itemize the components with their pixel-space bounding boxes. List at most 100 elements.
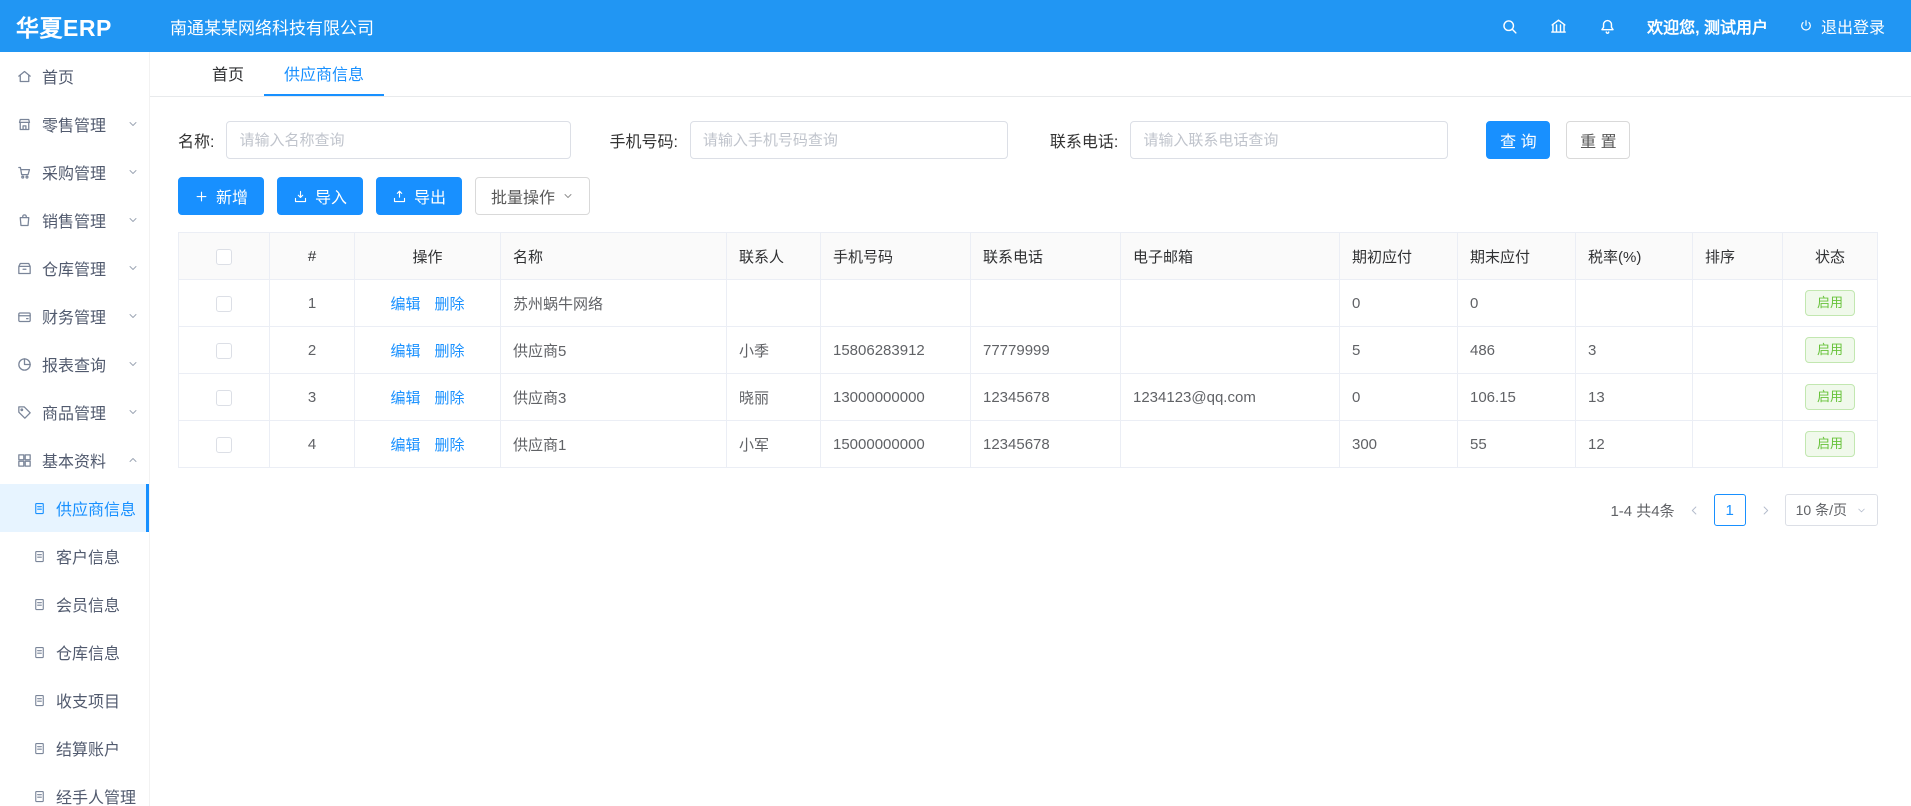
- export-button[interactable]: 导出: [376, 177, 462, 215]
- sidebar-subitem-warehouse-info[interactable]: 仓库信息: [0, 628, 149, 676]
- sidebar-item-finance[interactable]: 财务管理: [0, 292, 149, 340]
- column-header-status: 状态: [1783, 233, 1878, 280]
- import-button[interactable]: 导入: [277, 177, 363, 215]
- row-checkbox[interactable]: [216, 343, 232, 359]
- next-page-icon[interactable]: [1759, 504, 1772, 517]
- status-badge: 启用: [1805, 290, 1855, 316]
- edit-link[interactable]: 编辑: [390, 437, 420, 454]
- mobile-filter-label: 手机号码:: [609, 128, 677, 152]
- add-button[interactable]: 新增: [178, 177, 264, 215]
- search-icon[interactable]: [1500, 17, 1519, 36]
- sidebar-item-retail[interactable]: 零售管理: [0, 100, 149, 148]
- sidebar-item-goods[interactable]: 商品管理: [0, 388, 149, 436]
- sidebar-subitem-supplier-info[interactable]: 供应商信息: [0, 484, 149, 532]
- cell-opening: 5: [1340, 327, 1458, 374]
- goods-icon: [16, 404, 33, 421]
- page-number[interactable]: 1: [1714, 494, 1746, 526]
- cell-email: 1234123@qq.com: [1121, 374, 1340, 421]
- cell-contact: 小季: [727, 327, 821, 374]
- reset-button[interactable]: 重 置: [1566, 121, 1630, 159]
- select-all-checkbox[interactable]: [216, 249, 232, 265]
- row-checkbox[interactable]: [216, 437, 232, 453]
- wallet-icon: [16, 308, 33, 325]
- cell-contact: 晓丽: [727, 374, 821, 421]
- name-filter-input[interactable]: [226, 121, 571, 159]
- sidebar-item-home[interactable]: 首页: [0, 52, 149, 100]
- doc-icon: [32, 597, 47, 612]
- bell-icon[interactable]: [1598, 17, 1617, 36]
- cell-mobile: 15000000000: [821, 421, 971, 468]
- sidebar-subitem-customer-info[interactable]: 客户信息: [0, 532, 149, 580]
- cell-sort: [1693, 374, 1783, 421]
- cell-ending: 0: [1458, 280, 1576, 327]
- company-name: 南通某某网络科技有限公司: [170, 14, 374, 39]
- cell-tel: 12345678: [971, 374, 1121, 421]
- cell-email: [1121, 280, 1340, 327]
- export-icon: [392, 189, 407, 204]
- delete-link[interactable]: 删除: [435, 296, 465, 313]
- delete-link[interactable]: 删除: [435, 437, 465, 454]
- row-checkbox[interactable]: [216, 390, 232, 406]
- pagination-total: 1-4 共4条: [1610, 500, 1674, 521]
- cell-index: 4: [270, 421, 355, 468]
- doc-icon: [32, 693, 47, 708]
- column-header-email: 电子邮箱: [1121, 233, 1340, 280]
- platform-icon[interactable]: [1549, 17, 1568, 36]
- sidebar-subitem-settle-account[interactable]: 结算账户: [0, 724, 149, 772]
- sidebar-item-sales[interactable]: 销售管理: [0, 196, 149, 244]
- doc-icon: [32, 789, 47, 804]
- cell-ending: 106.15: [1458, 374, 1576, 421]
- cell-mobile: 13000000000: [821, 374, 971, 421]
- sidebar-subitem-label: 供应商信息: [56, 496, 136, 520]
- grid-icon: [16, 452, 33, 469]
- chevron-down-icon: [127, 166, 139, 178]
- sidebar-item-warehouse[interactable]: 仓库管理: [0, 244, 149, 292]
- sidebar-item-label: 商品管理: [42, 400, 127, 424]
- chevron-up-icon: [127, 454, 139, 466]
- tab-home[interactable]: 首页: [192, 52, 264, 96]
- sidebar-subitem-handler-mgmt[interactable]: 经手人管理: [0, 772, 149, 806]
- page-size-select[interactable]: 10 条/页: [1785, 494, 1878, 526]
- cell-name: 供应商1: [501, 421, 727, 468]
- bag-icon: [16, 212, 33, 229]
- batch-operations-button[interactable]: 批量操作: [475, 177, 590, 215]
- prev-page-icon[interactable]: [1688, 504, 1701, 517]
- doc-icon: [32, 501, 47, 516]
- edit-link[interactable]: 编辑: [390, 343, 420, 360]
- home-icon: [16, 68, 33, 85]
- tel-filter-input[interactable]: [1130, 121, 1448, 159]
- edit-link[interactable]: 编辑: [390, 390, 420, 407]
- search-button[interactable]: 查 询: [1486, 121, 1550, 159]
- tab-bar: 首页供应商信息: [150, 52, 1911, 97]
- column-header-ending: 期末应付: [1458, 233, 1576, 280]
- cell-tel: [971, 280, 1121, 327]
- cell-index: 3: [270, 374, 355, 421]
- chevron-down-icon: [127, 118, 139, 130]
- sidebar-item-basic-data[interactable]: 基本资料: [0, 436, 149, 484]
- tab-supplier-info[interactable]: 供应商信息: [264, 52, 384, 96]
- doc-icon: [32, 549, 47, 564]
- cell-name: 供应商3: [501, 374, 727, 421]
- table-row: 1 编辑删除 苏州蜗牛网络 0 0 启用: [179, 280, 1878, 327]
- sidebar-subitem-member-info[interactable]: 会员信息: [0, 580, 149, 628]
- mobile-filter-input[interactable]: [690, 121, 1008, 159]
- delete-link[interactable]: 删除: [435, 390, 465, 407]
- sidebar-item-label: 采购管理: [42, 160, 127, 184]
- sidebar-subitem-income-expense[interactable]: 收支项目: [0, 676, 149, 724]
- box-icon: [16, 260, 33, 277]
- sidebar-item-label: 报表查询: [42, 352, 127, 376]
- cell-index: 1: [270, 280, 355, 327]
- pagination: 1-4 共4条 1 10 条/页: [178, 494, 1878, 526]
- table-header-row: #操作名称联系人手机号码联系电话电子邮箱期初应付期末应付税率(%)排序状态: [179, 233, 1878, 280]
- doc-icon: [32, 645, 47, 660]
- sidebar-item-reports[interactable]: 报表查询: [0, 340, 149, 388]
- delete-link[interactable]: 删除: [435, 343, 465, 360]
- sidebar-item-purchase[interactable]: 采购管理: [0, 148, 149, 196]
- welcome-text: 欢迎您, 测试用户: [1647, 14, 1768, 38]
- edit-link[interactable]: 编辑: [390, 296, 420, 313]
- logout-button[interactable]: 退出登录: [1798, 14, 1885, 38]
- row-checkbox[interactable]: [216, 296, 232, 312]
- table-row: 2 编辑删除 供应商5 小季 15806283912 77779999 5 48…: [179, 327, 1878, 374]
- import-button-label: 导入: [315, 184, 347, 208]
- chevron-down-icon: [127, 406, 139, 418]
